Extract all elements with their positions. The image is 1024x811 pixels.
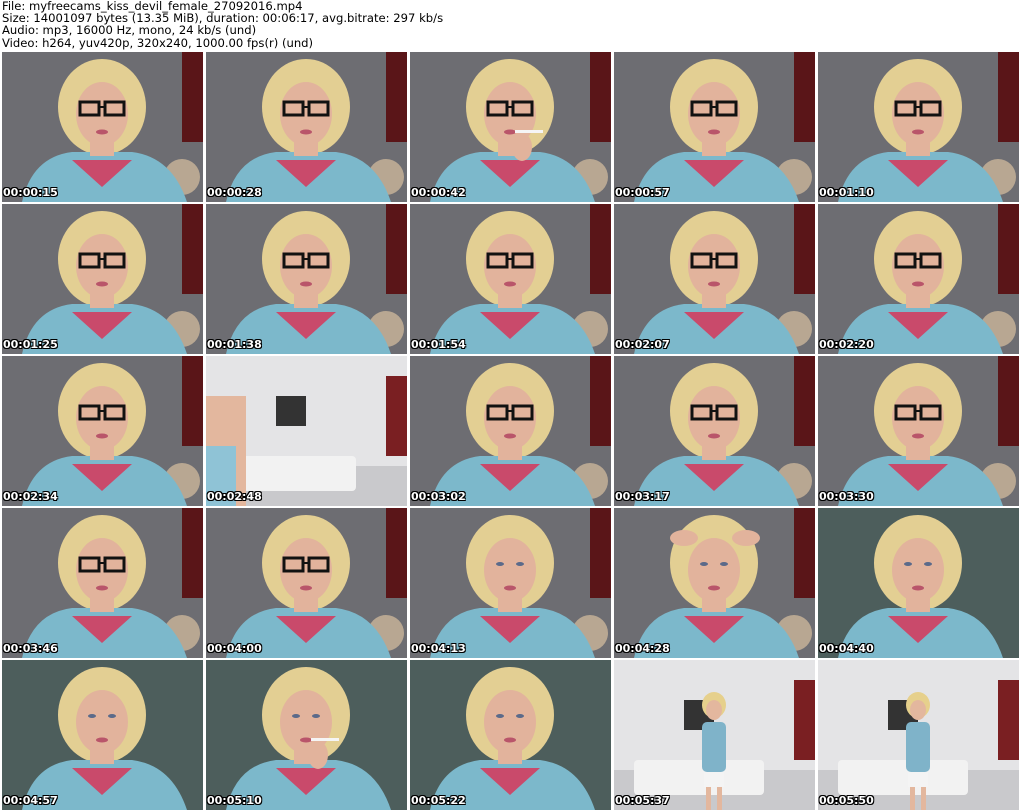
timestamp-label: 00:00:28 (207, 186, 262, 199)
timestamp-label: 00:04:13 (411, 642, 466, 655)
timestamp-label: 00:02:07 (615, 338, 670, 351)
timestamp-label: 00:03:46 (3, 642, 58, 655)
video-thumbnail[interactable]: 00:02:07 (614, 204, 815, 354)
video-thumbnail[interactable]: 00:02:34 (2, 356, 203, 506)
timestamp-label: 00:02:48 (207, 490, 262, 503)
timestamp-label: 00:01:38 (207, 338, 262, 351)
video-info-line: Video: h264, yuv420p, 320x240, 1000.00 f… (2, 35, 314, 50)
thumbnail-frame-image (818, 508, 1019, 658)
thumbnail-grid: 00:00:15 00:00:28 00:00:42 00:00:57 00:01:10… (2, 52, 1019, 810)
timestamp-label: 00:03:02 (411, 490, 466, 503)
video-thumbnail[interactable]: 00:02:48 (206, 356, 407, 506)
thumbnail-frame-image (818, 204, 1019, 354)
thumbnail-frame-image (206, 356, 407, 506)
thumbnail-frame-image (410, 660, 611, 810)
thumbnail-frame-image (818, 356, 1019, 506)
thumbnail-frame-image (410, 508, 611, 658)
thumbnail-frame-image (206, 52, 407, 202)
video-thumbnail[interactable]: 00:04:40 (818, 508, 1019, 658)
video-thumbnail[interactable]: 00:03:30 (818, 356, 1019, 506)
file-info-header: File: myfreecams_kiss_devil_female_27092… (2, 0, 702, 49)
thumbnail-frame-image (410, 52, 611, 202)
video-thumbnail[interactable]: 00:05:10 (206, 660, 407, 810)
timestamp-label: 00:05:22 (411, 794, 466, 807)
timestamp-label: 00:04:00 (207, 642, 262, 655)
thumbnail-frame-image (614, 52, 815, 202)
thumbnail-frame-image (206, 508, 407, 658)
thumbnail-frame-image (2, 356, 203, 506)
video-thumbnail[interactable]: 00:05:22 (410, 660, 611, 810)
thumbnail-frame-image (818, 52, 1019, 202)
video-thumbnail[interactable]: 00:04:13 (410, 508, 611, 658)
thumbnail-frame-image (2, 204, 203, 354)
thumbnail-frame-image (410, 356, 611, 506)
thumbnail-frame-image (818, 660, 1019, 810)
timestamp-label: 00:01:54 (411, 338, 466, 351)
video-thumbnail[interactable]: 00:05:37 (614, 660, 815, 810)
video-thumbnail[interactable]: 00:01:25 (2, 204, 203, 354)
thumbnail-frame-image (614, 508, 815, 658)
timestamp-label: 00:02:34 (3, 490, 58, 503)
timestamp-label: 00:00:15 (3, 186, 58, 199)
video-thumbnail[interactable]: 00:01:38 (206, 204, 407, 354)
video-thumbnail[interactable]: 00:03:02 (410, 356, 611, 506)
timestamp-label: 00:02:20 (819, 338, 874, 351)
video-thumbnail[interactable]: 00:03:17 (614, 356, 815, 506)
thumbnail-frame-image (206, 204, 407, 354)
timestamp-label: 00:03:30 (819, 490, 874, 503)
video-thumbnail[interactable]: 00:00:15 (2, 52, 203, 202)
video-thumbnail[interactable]: 00:00:57 (614, 52, 815, 202)
thumbnail-frame-image (2, 660, 203, 810)
video-thumbnail[interactable]: 00:02:20 (818, 204, 1019, 354)
thumbnail-frame-image (614, 660, 815, 810)
video-thumbnail[interactable]: 00:01:10 (818, 52, 1019, 202)
video-thumbnail[interactable]: 00:01:54 (410, 204, 611, 354)
thumbnail-frame-image (410, 204, 611, 354)
thumbnail-frame-image (2, 508, 203, 658)
timestamp-label: 00:00:42 (411, 186, 466, 199)
timestamp-label: 00:01:25 (3, 338, 58, 351)
video-thumbnail[interactable]: 00:04:00 (206, 508, 407, 658)
thumbnail-frame-image (614, 356, 815, 506)
video-thumbnail[interactable]: 00:00:42 (410, 52, 611, 202)
timestamp-label: 00:04:28 (615, 642, 670, 655)
video-thumbnail[interactable]: 00:00:28 (206, 52, 407, 202)
timestamp-label: 00:05:50 (819, 794, 874, 807)
video-thumbnail[interactable]: 00:04:28 (614, 508, 815, 658)
video-thumbnail[interactable]: 00:03:46 (2, 508, 203, 658)
timestamp-label: 00:01:10 (819, 186, 874, 199)
timestamp-label: 00:03:17 (615, 490, 670, 503)
timestamp-label: 00:05:10 (207, 794, 262, 807)
timestamp-label: 00:04:40 (819, 642, 874, 655)
thumbnail-frame-image (206, 660, 407, 810)
thumbnail-frame-image (2, 52, 203, 202)
video-thumbnail[interactable]: 00:05:50 (818, 660, 1019, 810)
audio-info-line: Audio: mp3, 16000 Hz, mono, 24 kb/s (und… (2, 23, 257, 38)
video-thumbnail[interactable]: 00:04:57 (2, 660, 203, 810)
timestamp-label: 00:05:37 (615, 794, 670, 807)
timestamp-label: 00:00:57 (615, 186, 670, 199)
timestamp-label: 00:04:57 (3, 794, 58, 807)
thumbnail-frame-image (614, 204, 815, 354)
